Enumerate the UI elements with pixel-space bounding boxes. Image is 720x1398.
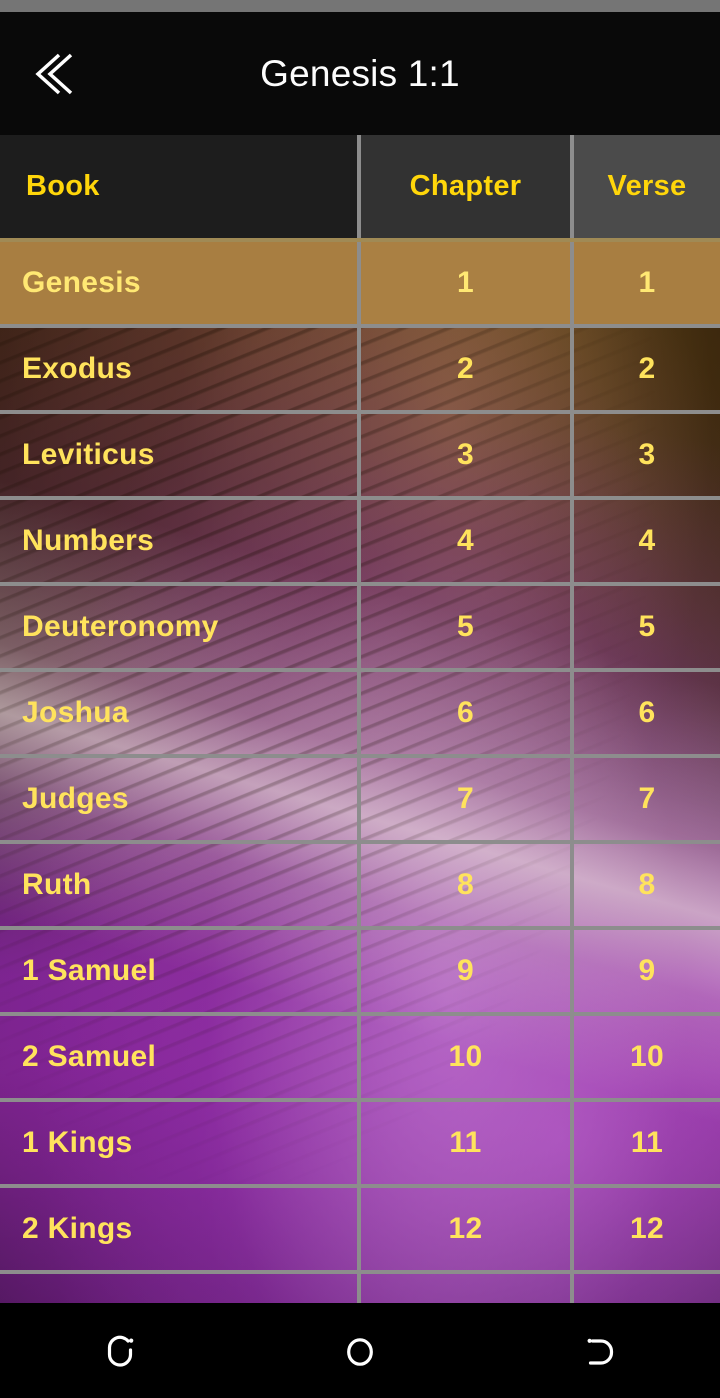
table-row[interactable]: Genesis 1 1 <box>0 242 720 328</box>
table-row[interactable]: Leviticus 3 3 <box>0 414 720 500</box>
cell-chapter[interactable]: 4 <box>357 500 570 582</box>
cell-chapter[interactable]: 3 <box>357 414 570 496</box>
double-chevron-left-icon <box>29 47 81 101</box>
cell-verse[interactable]: 3 <box>570 414 720 496</box>
cell-book[interactable]: Exodus <box>0 328 357 410</box>
cell-verse[interactable]: 5 <box>570 586 720 668</box>
table-row[interactable]: 2 Kings 12 12 <box>0 1188 720 1274</box>
cell-book[interactable]: Numbers <box>0 500 357 582</box>
back-button-nav[interactable] <box>480 1303 720 1398</box>
cell-book[interactable]: Judges <box>0 758 357 840</box>
cell-verse[interactable]: 4 <box>570 500 720 582</box>
cell-book[interactable] <box>0 1274 357 1303</box>
cell-chapter[interactable]: 5 <box>357 586 570 668</box>
cell-verse[interactable]: 2 <box>570 328 720 410</box>
home-button[interactable] <box>240 1303 480 1398</box>
cell-book[interactable]: 2 Samuel <box>0 1016 357 1098</box>
cell-verse[interactable]: 12 <box>570 1188 720 1270</box>
cell-chapter[interactable]: 10 <box>357 1016 570 1098</box>
column-header-book[interactable]: Book <box>0 135 357 238</box>
cell-verse[interactable]: 10 <box>570 1016 720 1098</box>
table-row[interactable]: 2 Samuel 10 10 <box>0 1016 720 1102</box>
cell-verse[interactable]: 11 <box>570 1102 720 1184</box>
cell-book[interactable]: Ruth <box>0 844 357 926</box>
system-navigation-bar <box>0 1303 720 1398</box>
back-icon <box>578 1329 622 1373</box>
cell-book[interactable]: Leviticus <box>0 414 357 496</box>
table-row-partial[interactable] <box>0 1274 720 1303</box>
cell-chapter[interactable]: 11 <box>357 1102 570 1184</box>
table-row[interactable]: 1 Samuel 9 9 <box>0 930 720 1016</box>
cell-verse[interactable]: 1 <box>570 242 720 324</box>
cell-verse[interactable] <box>570 1274 720 1303</box>
table-body: Book Chapter Verse Genesis 1 1 Exodus 2 … <box>0 135 720 1303</box>
cell-chapter[interactable]: 1 <box>357 242 570 324</box>
cell-chapter[interactable]: 9 <box>357 930 570 1012</box>
cell-verse[interactable]: 9 <box>570 930 720 1012</box>
table-row[interactable]: 1 Kings 11 11 <box>0 1102 720 1188</box>
app-screen: Genesis 1:1 Book Chapter Verse Genesis 1… <box>0 0 720 1398</box>
table-row[interactable]: Judges 7 7 <box>0 758 720 844</box>
table-row[interactable]: Exodus 2 2 <box>0 328 720 414</box>
table-header-row: Book Chapter Verse <box>0 135 720 242</box>
cell-chapter[interactable]: 7 <box>357 758 570 840</box>
table-row[interactable]: Deuteronomy 5 5 <box>0 586 720 672</box>
cell-chapter[interactable]: 6 <box>357 672 570 754</box>
cell-chapter[interactable]: 12 <box>357 1188 570 1270</box>
cell-book[interactable]: Deuteronomy <box>0 586 357 668</box>
cell-chapter[interactable] <box>357 1274 570 1303</box>
app-bar: Genesis 1:1 <box>0 12 720 135</box>
cell-book[interactable]: 1 Kings <box>0 1102 357 1184</box>
cell-book[interactable]: 2 Kings <box>0 1188 357 1270</box>
status-bar <box>0 0 720 12</box>
home-icon <box>338 1329 382 1373</box>
table-row[interactable]: Joshua 6 6 <box>0 672 720 758</box>
cell-book[interactable]: Genesis <box>0 242 357 324</box>
column-header-chapter[interactable]: Chapter <box>357 135 570 238</box>
cell-verse[interactable]: 6 <box>570 672 720 754</box>
table-row[interactable]: Numbers 4 4 <box>0 500 720 586</box>
recents-button[interactable] <box>0 1303 240 1398</box>
cell-book[interactable]: Joshua <box>0 672 357 754</box>
cell-book[interactable]: 1 Samuel <box>0 930 357 1012</box>
recents-icon <box>98 1329 142 1373</box>
column-header-verse[interactable]: Verse <box>570 135 720 238</box>
cell-chapter[interactable]: 2 <box>357 328 570 410</box>
cell-verse[interactable]: 8 <box>570 844 720 926</box>
book-chapter-verse-table[interactable]: Book Chapter Verse Genesis 1 1 Exodus 2 … <box>0 135 720 1303</box>
cell-chapter[interactable]: 8 <box>357 844 570 926</box>
cell-verse[interactable]: 7 <box>570 758 720 840</box>
table-row[interactable]: Ruth 8 8 <box>0 844 720 930</box>
back-button[interactable] <box>0 12 110 135</box>
